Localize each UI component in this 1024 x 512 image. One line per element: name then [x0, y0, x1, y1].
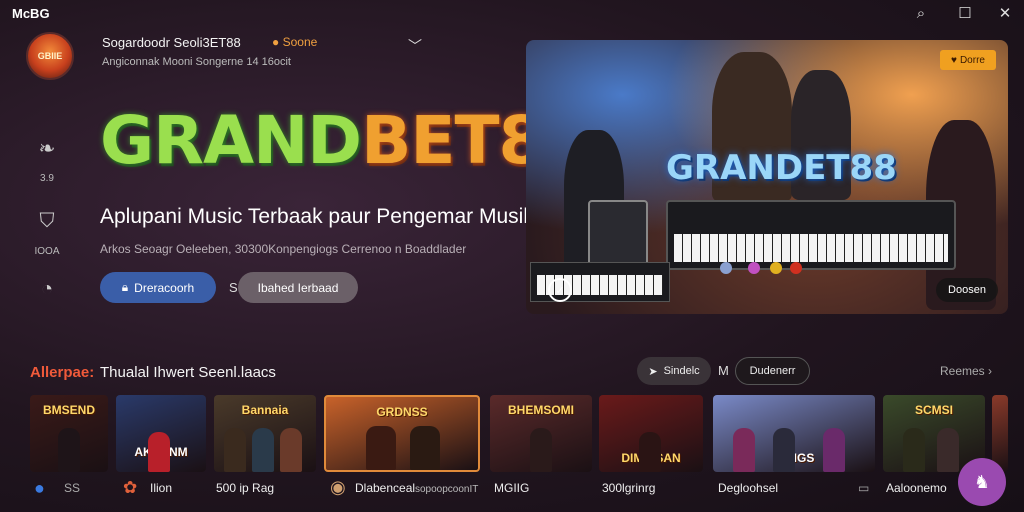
- see-all-label: Reemes: [940, 364, 985, 378]
- user-name: Sogardoodr Seoli3ET88: [102, 35, 241, 50]
- search-icon[interactable]: ⌕: [911, 4, 931, 24]
- chevron-down-icon[interactable]: ﹀: [408, 36, 422, 56]
- maximize-icon[interactable]: ☐: [955, 4, 975, 24]
- headphones-icon[interactable]: ❧: [34, 136, 60, 162]
- game-thumbnail[interactable]: AKANNM: [116, 395, 206, 472]
- thumb-title: BHEMSOMI: [508, 403, 574, 417]
- shield-icon[interactable]: ⛉: [34, 210, 60, 236]
- avatar[interactable]: GBIIE: [26, 32, 74, 80]
- thumb-figure: [903, 428, 925, 472]
- game-thumbnail[interactable]: BHEMSOMI: [490, 395, 592, 472]
- thumb-title: Bannaia: [241, 403, 289, 417]
- app-name: McBG: [12, 6, 50, 21]
- filter-pill-2[interactable]: Dudenerr: [735, 357, 810, 385]
- secondary-button[interactable]: Ibahed Ierbaad: [238, 272, 358, 303]
- filter-pill-1[interactable]: ➤ Sindelc: [637, 357, 711, 385]
- thumb-figure: [366, 426, 396, 470]
- game-thumbnail[interactable]: VIAIGS: [713, 395, 875, 472]
- brand-logo-part1: GRAND: [100, 102, 362, 179]
- hero-badge-label: Dorre: [959, 54, 985, 66]
- secondary-prefix: S: [229, 280, 238, 295]
- thumb-figure: [410, 426, 440, 470]
- hero-headline: Aplupani Music Terbaak paur Pengemar Mus…: [100, 205, 534, 228]
- caption: Aaloonemo: [886, 481, 947, 495]
- puzzle-icon: ✿: [123, 478, 138, 497]
- caption: Ilion: [150, 481, 173, 495]
- thumb-figure: [733, 428, 755, 472]
- knob-icon: [770, 262, 782, 274]
- knob-icon: [790, 262, 802, 274]
- thumb-figure: [252, 428, 274, 472]
- caption: Dlabenceal: [355, 481, 416, 495]
- title-bar: McBG ⌕ ☐ ✕: [0, 0, 1024, 28]
- hero-description: Arkos Seoagr Oeleeben, 30300Konpengiogs …: [100, 242, 467, 256]
- send-icon: ➤: [648, 365, 658, 378]
- keyboard-graphic: [666, 200, 956, 270]
- thumb-figure: [773, 428, 795, 472]
- filter-pill-1-label: Sindelc: [663, 365, 700, 377]
- game-thumbnail[interactable]: Bannaia: [214, 395, 316, 472]
- hero-logo: GRANDET88: [666, 148, 897, 188]
- primary-button-label: Dreracoorh: [134, 280, 195, 295]
- thumb-figure: [530, 428, 552, 472]
- section-prefix: Allerpae:: [30, 364, 95, 381]
- sidebar-label-2: IOOA: [34, 246, 60, 257]
- filter-pill-2-label: Dudenerr: [749, 365, 796, 377]
- game-thumbnail-partial[interactable]: [992, 395, 1008, 472]
- thumb-figure: [280, 428, 302, 472]
- thumb-figure: [224, 428, 246, 472]
- thumb-title: SCMSI: [914, 403, 953, 417]
- heart-icon: ♥: [951, 54, 957, 66]
- caption: 300lgrinrg: [602, 481, 656, 495]
- user-icon: ●: [34, 478, 45, 498]
- thumb-figure: [823, 428, 845, 472]
- secondary-button-label: Ibahed Ierbaad: [257, 280, 339, 295]
- game-thumbnail-selected[interactable]: GRDNSS: [324, 395, 480, 472]
- thumb-figure: [639, 432, 661, 472]
- section-title: Thualal Ihwert Seenl.laacs: [100, 364, 276, 381]
- thumb-title: BMSEND: [42, 403, 95, 417]
- gauge-icon[interactable]: ◔: [34, 278, 60, 304]
- hero-banner[interactable]: GRANDET88 ♥ Dorre ✓ Doosen: [526, 40, 1008, 314]
- caption: Degloohsel: [718, 481, 779, 495]
- bot-icon: ♞: [973, 471, 991, 492]
- game-thumbnail[interactable]: DIMIUSAN: [599, 395, 703, 472]
- coins-label: Soone: [282, 35, 318, 49]
- avatar-text: GBIIE: [37, 51, 63, 61]
- game-thumbnail[interactable]: BMSEND: [30, 395, 108, 472]
- primary-button[interactable]: 🔒︎ Dreracoorh: [100, 272, 216, 303]
- close-icon[interactable]: ✕: [995, 4, 1015, 24]
- assistant-fab[interactable]: ♞: [958, 458, 1006, 506]
- play-icon[interactable]: ✓: [548, 278, 572, 302]
- avatar-icon: ◉: [330, 477, 346, 497]
- lock-icon: 🔒︎: [121, 280, 129, 294]
- caption: 500 ip Rag: [216, 481, 275, 495]
- caption-sub: sopoopcoonIT: [415, 484, 479, 495]
- caption: SS: [64, 481, 81, 495]
- sidebar-label-1: 3.9: [40, 173, 54, 184]
- knob-icon: [748, 262, 760, 274]
- speaker-icon: [588, 200, 648, 270]
- caption-extra-icon: ▭: [858, 481, 870, 495]
- brand-logo: GRANDBET88: [100, 108, 589, 174]
- user-subtitle: Angiconnak Mooni Songerne 14 16ocit: [102, 56, 291, 68]
- hero-badge[interactable]: ♥ Dorre: [940, 50, 996, 70]
- thumb-figure: [148, 432, 170, 472]
- pill-separator: M: [718, 363, 729, 378]
- caption: MGIIG: [494, 481, 530, 495]
- user-coins: ● Soone: [272, 35, 318, 49]
- thumb-title: GRDNSS: [376, 405, 428, 419]
- thumb-figure: [58, 428, 80, 472]
- hero-tag[interactable]: Doosen: [936, 278, 998, 302]
- see-all-link[interactable]: Reemes ›: [940, 364, 992, 378]
- thumb-figure: [937, 428, 959, 472]
- knob-icon: [720, 262, 732, 274]
